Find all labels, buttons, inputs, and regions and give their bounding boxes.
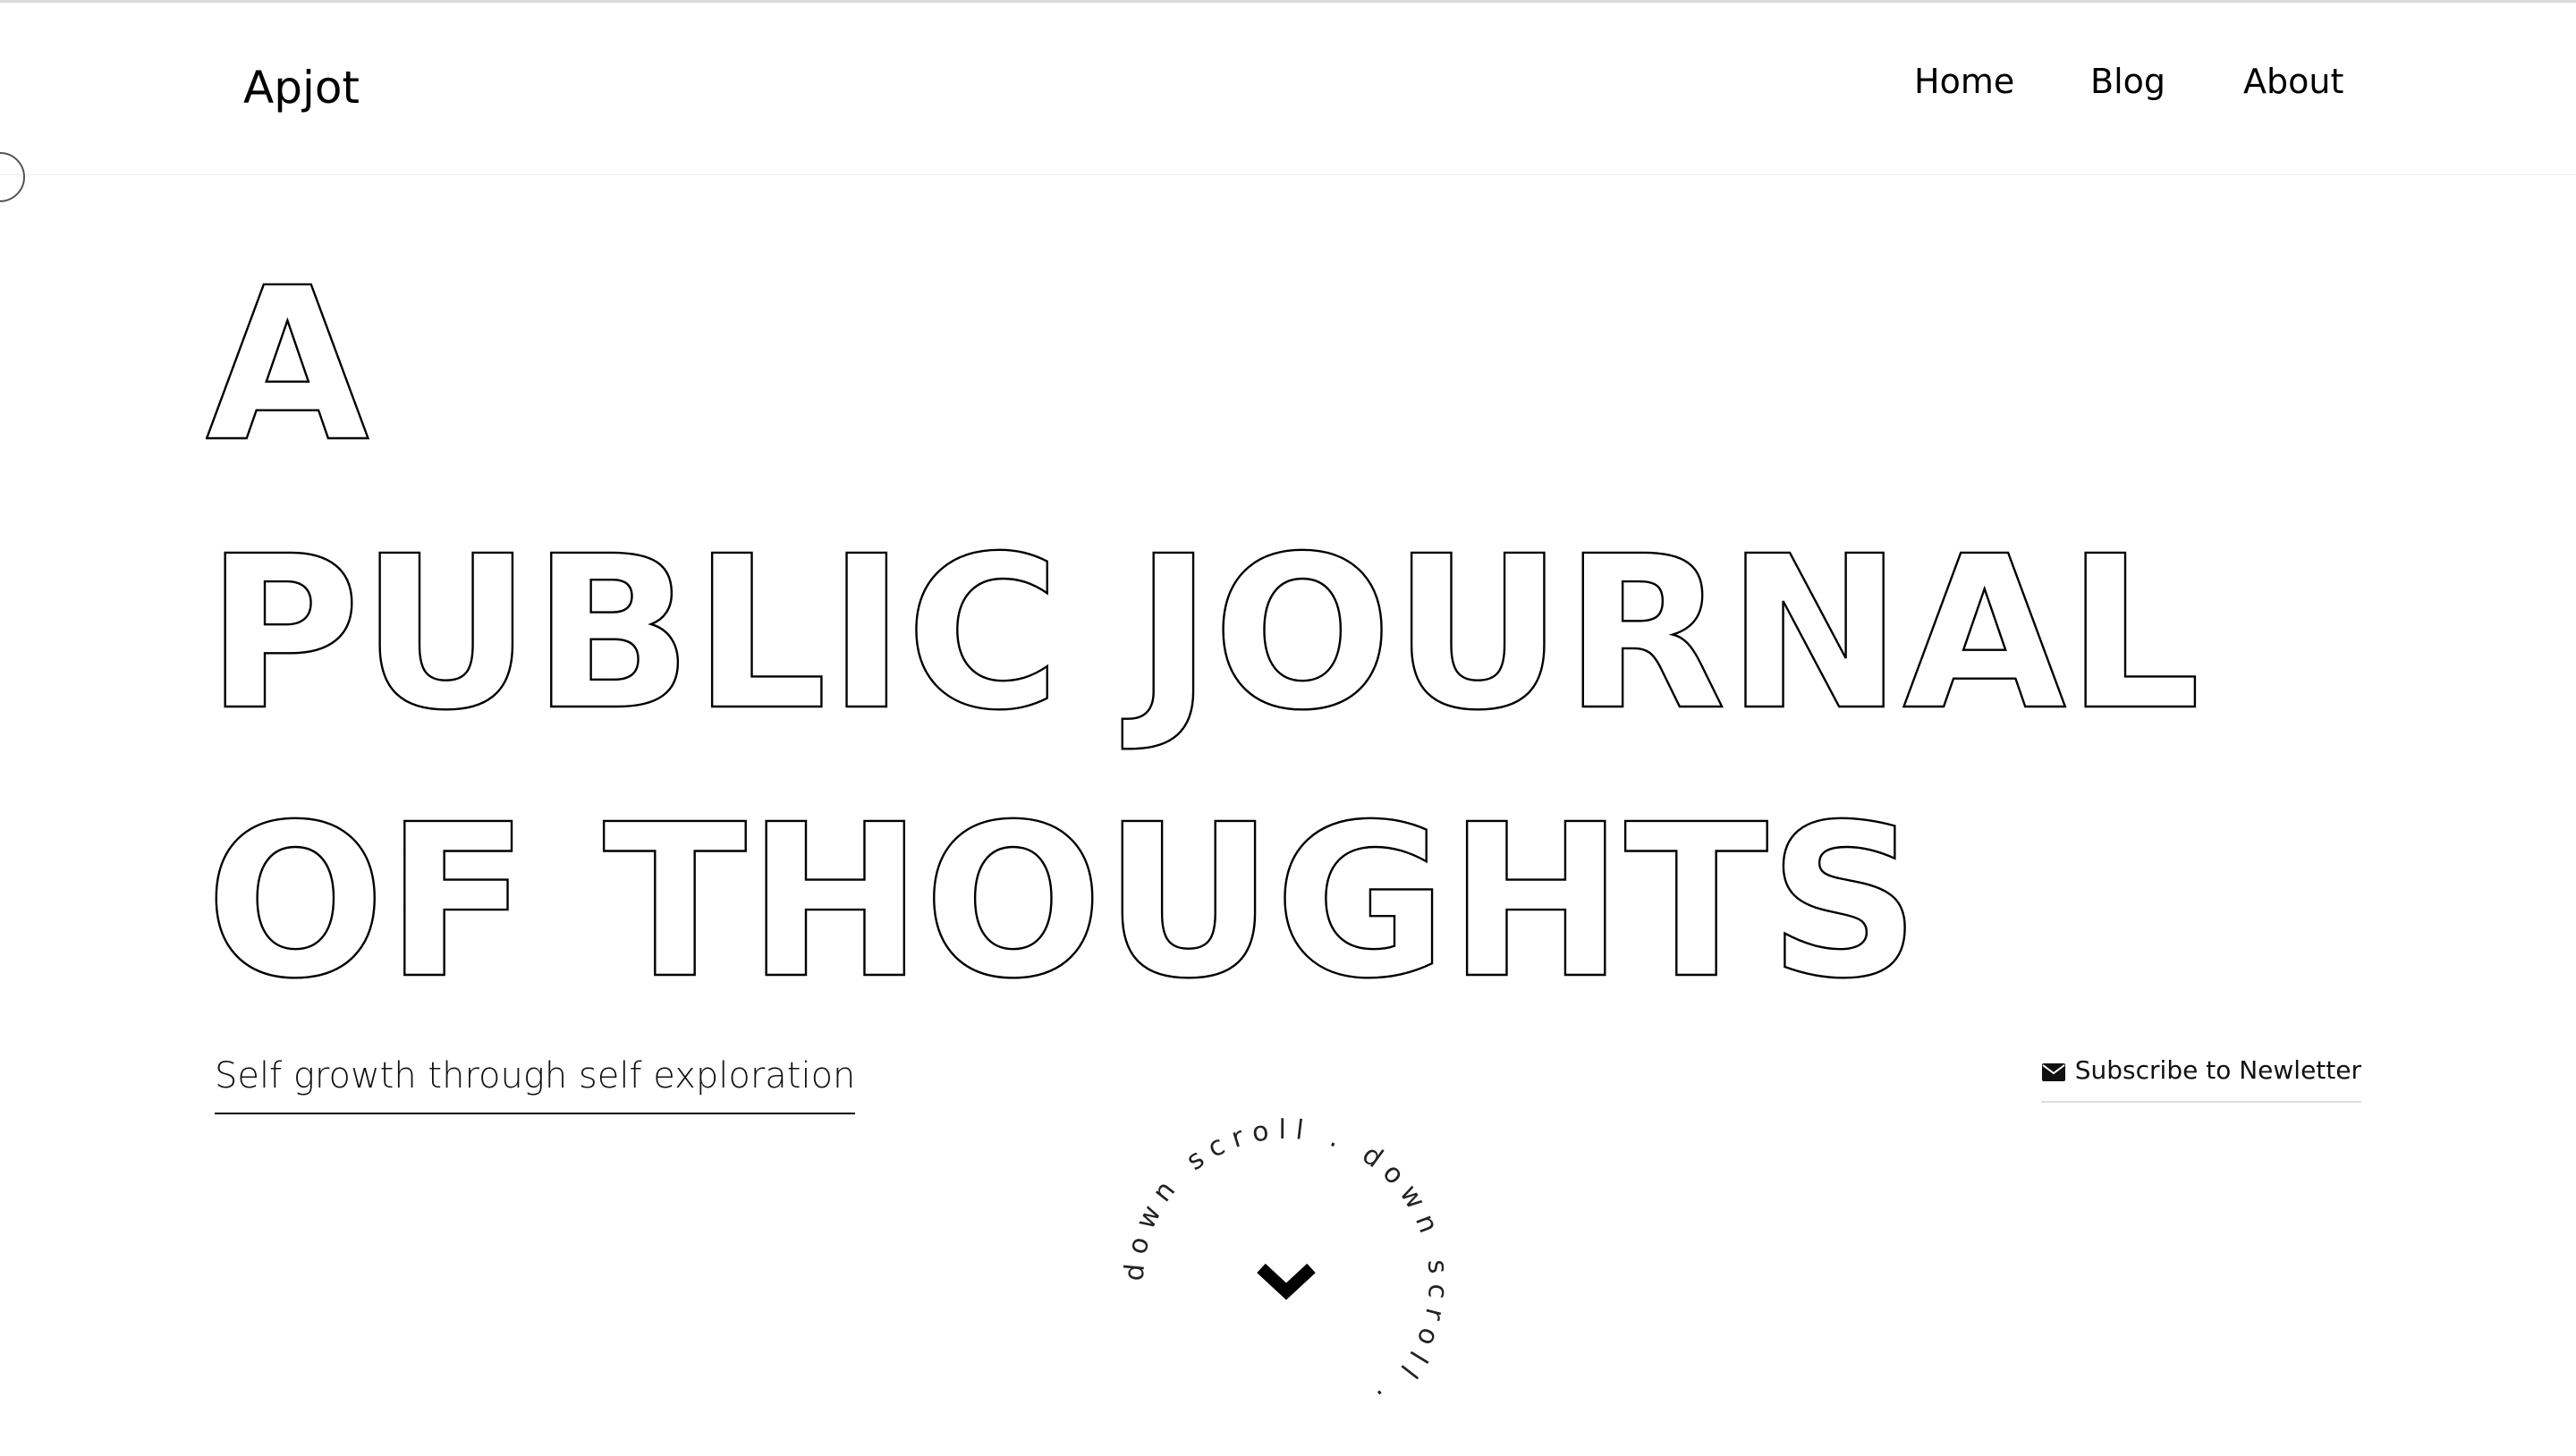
headline-line-1: A [206, 259, 369, 488]
site-logo[interactable]: Apjot [243, 62, 360, 114]
chevron-down-icon [1257, 1263, 1316, 1300]
headline-line-2: PUBLIC JOURNAL [206, 511, 2200, 757]
nav-link-home[interactable]: Home [1914, 62, 2014, 101]
nav-link-blog[interactable]: Blog [2090, 62, 2165, 101]
site-header: Apjot Home Blog About [0, 3, 2576, 175]
scroll-ring-text: down scroll . down scroll . [1118, 1114, 1453, 1418]
main-nav: Home Blog About [1878, 62, 2343, 112]
hero-headline: A PUBLIC JOURNAL OF THOUGHTS [206, 259, 2442, 993]
hero-tagline: Self growth through self exploration [215, 1055, 856, 1114]
headline-line-3: OF THOUGHTS [206, 779, 1920, 993]
subscribe-label: Subscribe to Newletter [2074, 1055, 2361, 1085]
scroll-down-button[interactable]: down scroll . down scroll . [1107, 1107, 1465, 1456]
envelope-icon [2041, 1060, 2066, 1081]
nav-link-about[interactable]: About [2243, 62, 2343, 101]
subscribe-newsletter-link[interactable]: Subscribe to Newletter [2040, 1055, 2361, 1103]
page: Apjot Home Blog About A PUBLIC JOURNAL O… [0, 0, 2576, 1456]
